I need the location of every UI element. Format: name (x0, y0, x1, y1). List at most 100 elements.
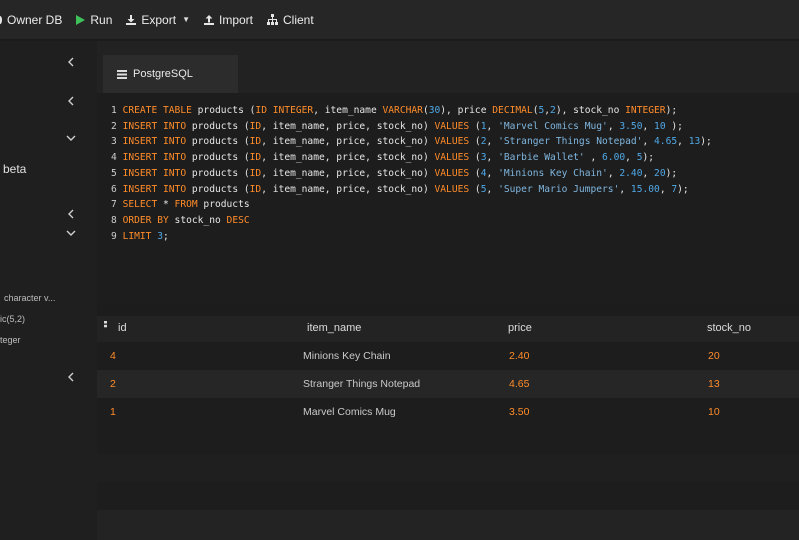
cell-id: 4 (110, 350, 116, 362)
code-token: , (486, 167, 499, 179)
client-button[interactable]: Client (267, 0, 314, 40)
code-token: ); (677, 183, 689, 195)
code-line: 8 ORDER BY stock_no DESC (111, 213, 799, 229)
code-token: , item_name, price, stock_no) (261, 167, 435, 179)
line-number: 9 (111, 230, 123, 242)
line-number: 8 (111, 214, 123, 226)
column-menu-icon[interactable] (104, 321, 107, 334)
code-token: LIMIT (122, 230, 152, 242)
code-token: 30 (428, 105, 441, 116)
code-token: ); (665, 105, 678, 116)
download-icon (126, 14, 137, 25)
line-number: 3 (111, 136, 123, 148)
column-header-stock-no[interactable]: stock_no (707, 322, 751, 334)
code-token: , (486, 136, 499, 148)
cell-price: 3.50 (509, 406, 530, 418)
code-token: ID (249, 120, 262, 132)
code-token: ); (700, 136, 712, 148)
code-token: ID (249, 167, 262, 179)
code-token: ID (249, 136, 262, 148)
upload-icon (203, 14, 214, 25)
import-label: Import (218, 12, 253, 27)
code-token: VALUES (434, 152, 470, 164)
tab-label: PostgreSQL (133, 68, 193, 80)
code-line: 7 SELECT * FROM products (111, 197, 799, 213)
empty-row (97, 510, 799, 540)
table-row[interactable]: 4 Minions Key Chain 2.40 20 (97, 342, 799, 370)
code-token: , (607, 120, 620, 132)
code-token: INSERT INTO (122, 152, 187, 164)
code-line: 5 INSERT INTO products (ID, item_name, p… (111, 166, 799, 182)
chevron-left-icon[interactable] (64, 370, 78, 384)
code-token: INSERT INTO (122, 183, 187, 195)
code-token: , (625, 152, 637, 164)
code-token: , item_name, price, stock_no) (261, 136, 435, 148)
column-header-price[interactable]: price (508, 322, 532, 334)
code-token: ID (249, 152, 262, 164)
owner-db-label: Owner DB (7, 12, 63, 27)
code-token: ID (249, 183, 262, 195)
cell-item-name: Stranger Things Notepad (303, 378, 421, 390)
code-token: INSERT INTO (122, 120, 187, 132)
code-token: , (619, 183, 631, 195)
sidebar-column-type[interactable]: ic(5,2) (0, 314, 25, 324)
chevron-down-icon[interactable] (64, 226, 78, 240)
run-button[interactable]: Run (76, 0, 112, 40)
top-toolbar: Owner DB Run Export ▼ Import Client (0, 0, 799, 40)
column-header-item-name[interactable]: item_name (307, 322, 361, 334)
code-token: 6.00 (602, 152, 626, 164)
code-token: VALUES (434, 183, 470, 195)
code-line: 6 INSERT INTO products (ID, item_name, p… (111, 182, 799, 198)
client-label: Client (283, 12, 314, 27)
code-token: INSERT INTO (122, 136, 187, 148)
code-token: 'Super Mario Jumpers' (498, 183, 620, 195)
code-token: , (486, 152, 499, 164)
code-token: , (584, 152, 603, 164)
chevron-left-icon[interactable] (64, 94, 78, 108)
cell-stock-no: 20 (708, 350, 720, 362)
code-token: ); (665, 120, 683, 132)
sidebar-column-type[interactable]: teger (0, 335, 21, 345)
run-label: Run (90, 12, 113, 27)
code-token: CREATE TABLE (122, 105, 192, 116)
sidebar: beta character v... ic(5,2) teger (0, 41, 97, 540)
code-token: products (197, 199, 250, 211)
code-token: INSERT INTO (122, 167, 187, 179)
code-token: INTEGER (625, 105, 666, 116)
code-token: ( (469, 136, 481, 148)
cell-stock-no: 13 (708, 378, 720, 390)
code-token: ), stock_no (555, 105, 626, 116)
export-button[interactable]: Export ▼ (126, 0, 190, 40)
sql-editor[interactable]: 1 CREATE TABLE products (ID INTEGER, ite… (97, 93, 799, 303)
database-icon (0, 15, 2, 25)
code-token: , (486, 120, 499, 132)
import-button[interactable]: Import (203, 0, 253, 40)
code-token: ; (163, 230, 169, 242)
column-header-id[interactable]: id (118, 322, 127, 334)
code-token: , (642, 136, 655, 148)
cell-price: 2.40 (509, 350, 530, 362)
chevron-down-icon[interactable] (64, 131, 78, 145)
chevron-left-icon[interactable] (64, 207, 78, 221)
owner-db-button[interactable]: Owner DB (0, 0, 62, 40)
code-token: ); (665, 167, 678, 179)
table-row[interactable]: 2 Stranger Things Notepad 4.65 13 (97, 370, 799, 398)
code-token: 4.65 (654, 136, 678, 148)
tab-postgresql[interactable]: PostgreSQL (103, 55, 238, 93)
list-icon (117, 69, 127, 79)
code-token: , item_name (313, 105, 383, 116)
table-row[interactable]: 1 Marvel Comics Mug 3.50 10 (97, 398, 799, 426)
code-token: VARCHAR (382, 105, 423, 116)
code-token: DECIMAL (492, 105, 533, 116)
results-header: id item_name price stock_no (97, 316, 799, 342)
sidebar-column-type[interactable]: character v... (4, 293, 55, 303)
cell-id: 1 (110, 406, 116, 418)
line-number: 2 (111, 120, 123, 132)
code-token: stock_no (168, 214, 227, 226)
code-token: VALUES (434, 167, 470, 179)
code-token: , (607, 167, 620, 179)
chevron-left-icon[interactable] (64, 55, 78, 69)
code-token: 'Marvel Comics Mug' (498, 120, 608, 132)
code-token: ); (642, 152, 655, 164)
chevron-down-icon: ▼ (182, 15, 190, 24)
